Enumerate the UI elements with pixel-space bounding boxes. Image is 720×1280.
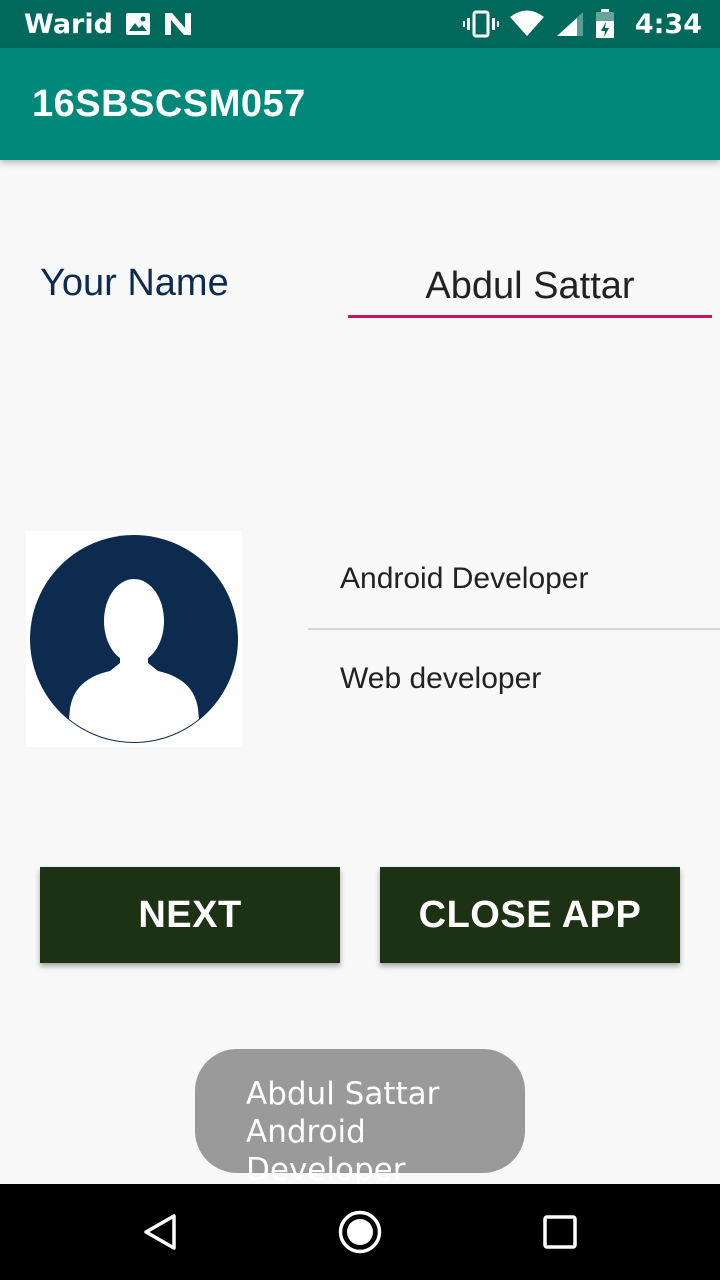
list-item[interactable]: Android Developer	[308, 530, 720, 628]
avatar	[26, 531, 242, 747]
clock: 4:34	[634, 8, 702, 40]
toast-name: Abdul Sattar	[246, 1076, 440, 1112]
app-title: 16SBSCSM057	[32, 82, 306, 125]
app-bar: 16SBSCSM057	[0, 48, 720, 160]
back-button[interactable]	[100, 1184, 220, 1280]
back-icon	[144, 1214, 176, 1250]
wifi-icon	[509, 10, 545, 38]
recents-icon	[543, 1215, 577, 1249]
status-left: Warid	[24, 9, 193, 40]
home-button[interactable]	[300, 1184, 420, 1280]
battery-icon	[595, 9, 615, 39]
next-button[interactable]: NEXT	[40, 867, 340, 963]
role-list: Android Developer Web developer	[308, 530, 720, 728]
toast: Abdul Sattar Android Developer	[195, 1049, 525, 1188]
status-bar: Warid 4:34	[0, 0, 720, 48]
toast-role: Android Developer	[246, 1114, 406, 1188]
status-right: 4:34	[462, 8, 702, 40]
home-icon	[338, 1210, 382, 1254]
name-input[interactable]	[348, 258, 712, 318]
recents-button[interactable]	[500, 1184, 620, 1280]
image-icon	[125, 12, 151, 36]
vibrate-icon	[462, 10, 499, 38]
signal-icon	[555, 10, 585, 38]
close-app-button[interactable]: CLOSE APP	[380, 867, 680, 963]
navigation-bar	[0, 1184, 720, 1280]
carrier-name: Warid	[24, 8, 113, 40]
list-item[interactable]: Web developer	[308, 630, 720, 728]
n-icon	[163, 11, 193, 37]
name-label: Your Name	[40, 262, 229, 304]
user-avatar-icon	[30, 535, 238, 743]
